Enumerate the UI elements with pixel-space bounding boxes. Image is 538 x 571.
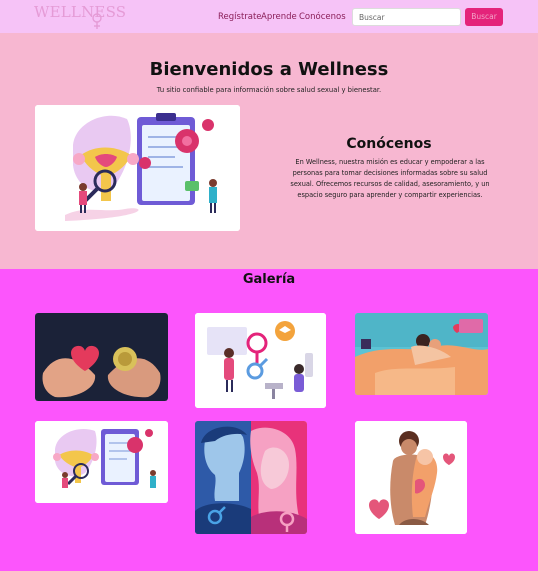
brand-name: WELLNESS: [34, 3, 127, 21]
gender-symbols-illustration: [195, 313, 326, 408]
nav-link-aprende[interactable]: Aprende: [261, 12, 297, 22]
hero-title: Bienvenidos a Wellness: [149, 59, 389, 80]
gallery-image-5[interactable]: [195, 421, 307, 534]
gallery-section: Galería: [0, 269, 538, 571]
gallery-image-2[interactable]: [195, 313, 326, 408]
venus-mars-icon: [92, 13, 102, 29]
hero-subtitle: Tu sitio confiable para información sobr…: [156, 86, 382, 94]
gallery-image-1[interactable]: [35, 313, 168, 401]
condom-heart-photo: [35, 313, 168, 401]
hero-section: Bienvenidos a Wellness Tu sitio confiabl…: [0, 33, 538, 269]
about-text: En Wellness, nuestra misión es educar y …: [290, 158, 490, 199]
couple-hug-illustration: [355, 421, 467, 534]
brand-logo[interactable]: WELLNESS: [34, 3, 126, 29]
hero-illustration-card: [35, 105, 240, 231]
search-input[interactable]: [352, 8, 461, 26]
gallery-title: Galería: [242, 272, 296, 287]
couple-profile-illustration: [195, 421, 307, 534]
gallery-image-6[interactable]: [355, 421, 467, 534]
reproductive-health-illustration: [35, 105, 240, 231]
about-title: Conócenos: [346, 136, 432, 152]
navbar: WELLNESS Regístrate Aprende Conócenos Bu…: [0, 0, 538, 33]
gallery-image-4[interactable]: [35, 421, 168, 503]
couple-bed-illustration: [355, 313, 488, 395]
nav-link-conocenos[interactable]: Conócenos: [299, 12, 346, 22]
search-button[interactable]: Buscar: [465, 8, 503, 26]
gallery-image-3[interactable]: [355, 313, 488, 395]
nav-link-registrate[interactable]: Regístrate: [218, 12, 262, 22]
reproductive-health-illustration: [35, 421, 168, 503]
